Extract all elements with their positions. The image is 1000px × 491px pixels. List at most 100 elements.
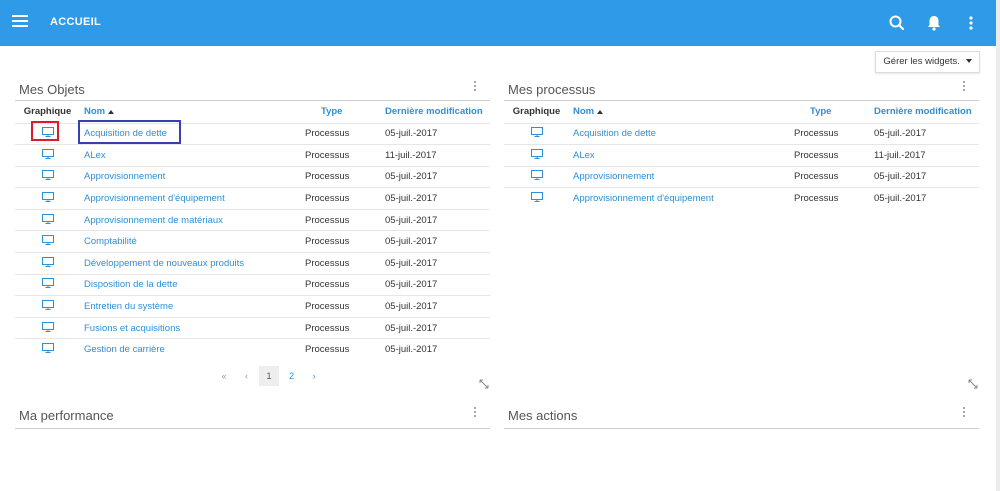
monitor-icon[interactable]: [41, 300, 54, 313]
table-row[interactable]: ALex Processus 11-juil.-2017: [504, 144, 979, 167]
table-row[interactable]: Approvisionnement d'équipement Processus 0…: [15, 187, 490, 210]
caret-down-icon: [965, 59, 972, 64]
name-link[interactable]: Développement de nouveaux produits: [80, 252, 305, 275]
type-cell: Processus: [305, 273, 385, 296]
col-header-type[interactable]: Type: [794, 101, 874, 123]
performance-menu-icon[interactable]: [472, 407, 478, 421]
monitor-icon[interactable]: [41, 192, 54, 205]
graphic-cell: [504, 144, 569, 167]
col-header-type[interactable]: Type: [305, 101, 385, 123]
type-cell: Processus: [305, 144, 385, 167]
monitor-icon[interactable]: [41, 321, 54, 335]
type-cell: Processus: [305, 338, 385, 361]
table-row[interactable]: Approvisionnement Processus 05-juil.-2017: [15, 165, 490, 188]
search-icon[interactable]: [887, 13, 907, 33]
table-row[interactable]: Approvisionnement Processus 05-juil.-2017: [504, 165, 979, 188]
graphic-cell: [15, 295, 80, 318]
monitor-icon[interactable]: [41, 278, 54, 291]
table-row[interactable]: Gestion de carrière Processus 05-juil.-201…: [15, 338, 490, 361]
col-header-name[interactable]: Nom: [569, 101, 794, 123]
more-vertical-icon[interactable]: [961, 13, 981, 33]
graphic-cell: [504, 122, 569, 145]
col-header-name-label: Nom: [84, 106, 106, 118]
name-link[interactable]: Approvisionnement: [80, 165, 305, 188]
name-link[interactable]: ALex: [80, 144, 305, 167]
date-cell: 05-juil.-2017: [385, 230, 490, 253]
processus-resize-icon[interactable]: [968, 376, 978, 389]
table-row[interactable]: Disposition de la dette Processus 05-juil.…: [15, 273, 490, 296]
sort-asc-icon: [108, 109, 115, 114]
date-cell: 05-juil.-2017: [385, 187, 490, 210]
next-page-button[interactable]: ›: [304, 366, 324, 386]
graphic-cell: [15, 230, 80, 253]
processus-menu-icon[interactable]: [961, 81, 967, 95]
name-link[interactable]: Approvisionnement d'équipement: [569, 187, 794, 210]
table-row[interactable]: Acquisition de dette Processus 05-juil.-20…: [504, 122, 979, 145]
col-header-modified[interactable]: Dernière modification: [385, 101, 490, 123]
date-cell: 05-juil.-2017: [385, 208, 490, 231]
type-cell: Processus: [794, 122, 874, 145]
name-link[interactable]: Fusions et acquisitions: [80, 316, 305, 339]
name-link[interactable]: Comptabilité: [80, 230, 305, 253]
actions-panel-title: Mes actions: [508, 408, 578, 423]
monitor-icon[interactable]: [530, 148, 543, 162]
objets-pagination: « ‹ 1 2 ›: [214, 366, 324, 386]
date-cell: 11-juil.-2017: [874, 144, 979, 167]
table-row[interactable]: Fusions et acquisitions Processus 05-juil.…: [15, 316, 490, 339]
monitor-icon[interactable]: [41, 343, 54, 356]
type-cell: Processus: [305, 208, 385, 231]
menu-icon[interactable]: [12, 15, 28, 29]
page-1-button[interactable]: 1: [259, 366, 280, 386]
prev-page-button[interactable]: ‹: [237, 366, 257, 386]
name-link[interactable]: Disposition de la dette: [80, 273, 305, 296]
date-cell: 05-juil.-2017: [385, 316, 490, 339]
date-cell: 05-juil.-2017: [385, 338, 490, 361]
col-header-modified[interactable]: Dernière modification: [874, 101, 979, 123]
monitor-icon[interactable]: [530, 127, 543, 140]
date-cell: 05-juil.-2017: [874, 187, 979, 210]
monitor-icon[interactable]: [530, 170, 543, 183]
graphic-cell: [15, 208, 80, 231]
graphic-cell: [15, 338, 80, 361]
bell-icon[interactable]: [924, 13, 944, 33]
date-cell: 05-juil.-2017: [385, 122, 490, 145]
monitor-icon[interactable]: [41, 256, 54, 270]
graphic-cell: [15, 165, 80, 188]
monitor-icon[interactable]: [530, 192, 543, 205]
objets-resize-icon[interactable]: [479, 376, 489, 389]
name-link[interactable]: Gestion de carrière: [80, 338, 305, 361]
date-cell: 05-juil.-2017: [385, 273, 490, 296]
objets-panel-title: Mes Objets: [19, 82, 85, 97]
name-link[interactable]: ALex: [569, 144, 794, 167]
app-header: ACCUEIL: [0, 0, 1000, 46]
objets-menu-icon[interactable]: [472, 81, 478, 95]
col-header-graphic[interactable]: Graphique: [15, 101, 80, 123]
monitor-icon[interactable]: [41, 148, 54, 162]
name-link[interactable]: Approvisionnement de matériaux: [80, 208, 305, 231]
page-title: ACCUEIL: [50, 16, 101, 28]
date-cell: 05-juil.-2017: [385, 252, 490, 275]
table-row[interactable]: Comptabilité Processus 05-juil.-2017: [15, 230, 490, 253]
name-link[interactable]: Approvisionnement: [569, 165, 794, 188]
table-row[interactable]: Approvisionnement d'équipement Processus 0…: [504, 187, 979, 210]
table-row[interactable]: ALex Processus 11-juil.-2017: [15, 144, 490, 167]
table-row[interactable]: Entretien du système Processus 05-juil.-20…: [15, 295, 490, 318]
performance-panel-title: Ma performance: [19, 408, 114, 423]
type-cell: Processus: [305, 230, 385, 253]
name-link[interactable]: Entretien du système: [80, 295, 305, 318]
name-link[interactable]: Approvisionnement d'équipement: [80, 187, 305, 210]
type-cell: Processus: [305, 316, 385, 339]
col-header-graphic[interactable]: Graphique: [504, 101, 569, 123]
actions-menu-icon[interactable]: [961, 407, 967, 421]
table-row[interactable]: Approvisionnement de matériaux Processus 0…: [15, 208, 490, 231]
name-link[interactable]: Acquisition de dette: [569, 122, 794, 145]
monitor-icon[interactable]: [41, 235, 54, 248]
page-2-button[interactable]: 2: [282, 366, 302, 386]
first-page-button[interactable]: «: [214, 366, 234, 386]
date-cell: 05-juil.-2017: [385, 165, 490, 188]
monitor-icon[interactable]: [41, 170, 54, 183]
manage-widgets-button[interactable]: Gérer les widgets.: [875, 51, 980, 73]
scrollbar-track[interactable]: [996, 0, 1000, 491]
monitor-icon[interactable]: [41, 213, 54, 227]
table-row[interactable]: Développement de nouveaux produits Proces…: [15, 252, 490, 275]
